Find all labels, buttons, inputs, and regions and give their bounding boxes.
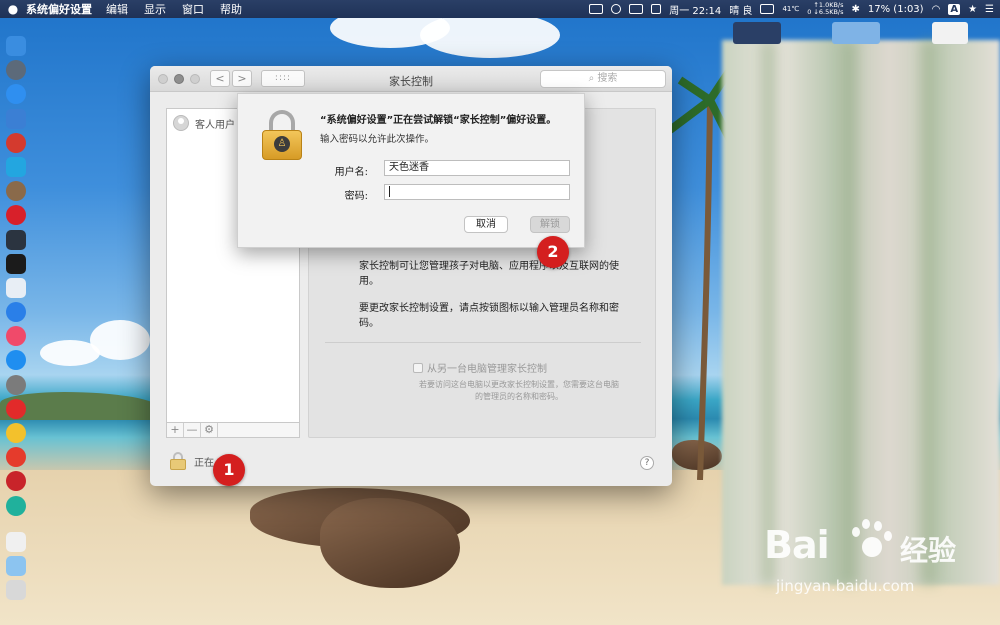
apple-menu-icon[interactable]: ●: [0, 2, 26, 16]
app-store-icon[interactable]: [6, 350, 26, 371]
cloud: [90, 320, 150, 360]
blurred-area: [760, 40, 778, 585]
cloud-icon[interactable]: [760, 4, 775, 14]
divider: [325, 342, 641, 343]
cpu-temp: 41℃: [782, 5, 800, 13]
lock-icon[interactable]: [170, 452, 186, 470]
baidu-app-icon[interactable]: [6, 302, 26, 323]
netease-music-icon[interactable]: [6, 205, 26, 226]
text-caret: [389, 185, 390, 197]
bluetooth-icon[interactable]: ✱: [852, 4, 860, 15]
palm-tree: [667, 60, 734, 481]
app-status-icon[interactable]: [611, 4, 622, 14]
spotlight-star-icon[interactable]: ★: [968, 4, 977, 15]
help-button[interactable]: ?: [640, 456, 654, 470]
document-icon[interactable]: [6, 531, 26, 552]
list-toolbar: + — ⚙: [166, 422, 300, 438]
preview-icon[interactable]: [6, 277, 26, 298]
contacts-icon[interactable]: [6, 108, 26, 129]
menu-bar: ● 系统偏好设置 编辑 显示 窗口 帮助 周一 22:14 晴 良 41℃ ↑1…: [0, 0, 1000, 18]
title-bar: < > :::: 家长控制 ⌕ 搜索: [150, 66, 672, 92]
lock-status-text: 正在: [194, 457, 214, 469]
remote-manage-checkbox[interactable]: 从另一台电脑管理家长控制: [413, 360, 547, 375]
activity-monitor-icon[interactable]: [6, 229, 26, 250]
add-user-button[interactable]: +: [167, 423, 184, 437]
finder-icon[interactable]: [6, 36, 26, 56]
blurred-area: [920, 40, 938, 585]
wifi-icon[interactable]: ◠: [932, 4, 941, 15]
dock: [4, 36, 28, 604]
chrome-icon[interactable]: [6, 423, 26, 443]
input-source[interactable]: A: [948, 3, 961, 15]
baidu-watermark: Bai 经验 jingyan.baidu.com: [740, 515, 980, 605]
chat-app-icon[interactable]: [6, 495, 26, 516]
system-preferences-icon[interactable]: [6, 374, 26, 395]
parental-lock-icon: ♙: [262, 110, 302, 160]
desktop-file-icon[interactable]: [932, 22, 968, 44]
watermark-logo: Bai: [764, 523, 830, 567]
paw-icon: [846, 517, 892, 563]
terminal-icon[interactable]: [6, 253, 26, 274]
safari-icon[interactable]: [6, 84, 26, 105]
search-field[interactable]: ⌕ 搜索: [540, 70, 666, 88]
weibo-icon[interactable]: [6, 132, 26, 153]
desktop-folder-icon[interactable]: [733, 22, 781, 44]
downloads-folder-icon[interactable]: [6, 555, 26, 576]
username-field[interactable]: 天色迷香: [384, 160, 570, 176]
menu-help[interactable]: 帮助: [220, 1, 242, 17]
network-speed: ↑1.0KB/s 0 ↓6.5KB/s: [807, 2, 843, 16]
step-marker-1: 1: [213, 454, 245, 486]
username-label: 用户名:: [334, 167, 368, 178]
remove-user-button[interactable]: —: [184, 423, 201, 437]
gear-app-icon[interactable]: [6, 181, 26, 202]
music-icon[interactable]: [6, 326, 26, 347]
trash-icon[interactable]: [6, 580, 26, 601]
cloud: [420, 12, 560, 58]
grid-status-icon[interactable]: [651, 4, 662, 14]
weather-text[interactable]: 晴 良: [729, 2, 752, 17]
dialog-subtitle: 输入密码以允许此次操作。: [320, 134, 435, 145]
yandex-icon[interactable]: [6, 398, 26, 419]
display-icon[interactable]: [629, 4, 644, 14]
folder-status-icon[interactable]: [589, 4, 604, 14]
password-field[interactable]: [384, 184, 570, 200]
auth-dialog: ♙ “系统偏好设置”正在尝试解锁“家长控制”偏好设置。 输入密码以允许此次操作。…: [237, 93, 585, 248]
lock-area[interactable]: 正在: [170, 452, 214, 470]
clock[interactable]: 周一 22:14: [669, 2, 721, 17]
vivaldi-icon[interactable]: [6, 471, 26, 492]
blurred-area: [840, 40, 858, 585]
menu-window[interactable]: 窗口: [182, 1, 204, 17]
menu-app-name[interactable]: 系统偏好设置: [26, 1, 92, 17]
watermark-jingyan: 经验: [900, 534, 957, 567]
cancel-button[interactable]: 取消: [464, 216, 508, 233]
gear-icon[interactable]: ⚙: [201, 423, 218, 437]
checkbox[interactable]: [413, 362, 423, 373]
remote-note: 若要访问这台电脑以更改家长控制设置，您需要这台电脑的管理员的名称和密码。: [419, 380, 619, 401]
net-down: 0 ↓6.5KB/s: [807, 8, 844, 16]
dialog-title: “系统偏好设置”正在尝试解锁“家长控制”偏好设置。: [320, 115, 557, 126]
notification-list-icon[interactable]: ☰: [985, 4, 994, 15]
instruction-text: 要更改家长控制设置，请点按锁图标以输入管理员名称和密码。: [359, 303, 619, 329]
launchpad-icon[interactable]: [6, 60, 26, 81]
menu-edit[interactable]: 编辑: [106, 1, 128, 17]
description-text: 家长控制可让您管理孩子对电脑、应用程序以及互联网的使用。: [359, 261, 619, 287]
search-placeholder: 搜索: [597, 73, 618, 84]
menu-view[interactable]: 显示: [144, 1, 166, 17]
dock-separator: [4, 520, 28, 532]
migration-icon[interactable]: [6, 156, 26, 177]
user-name: 客人用户: [195, 119, 235, 131]
watermark-url: jingyan.baidu.com: [776, 577, 915, 595]
battery-text[interactable]: 17% (1:03): [868, 4, 924, 15]
checkbox-label: 从另一台电脑管理家长控制: [427, 364, 547, 375]
netease-icon[interactable]: [6, 447, 26, 468]
desktop-folder-icon[interactable]: [832, 22, 880, 44]
unlock-button[interactable]: 解锁: [530, 216, 570, 233]
password-label: 密码:: [344, 191, 368, 202]
step-marker-2: 2: [537, 236, 569, 268]
family-icon: ♙: [274, 136, 290, 152]
avatar: [173, 115, 189, 131]
